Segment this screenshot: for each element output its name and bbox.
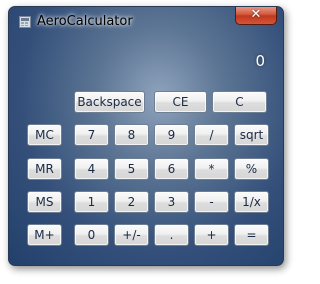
key-5-button[interactable]: 5 (114, 158, 149, 180)
reciprocal-button[interactable]: 1/x (234, 191, 269, 213)
key-1-button[interactable]: 1 (74, 191, 109, 213)
backspace-button[interactable]: Backspace (74, 91, 145, 113)
clear-button[interactable]: C (212, 91, 267, 113)
key-8-button[interactable]: 8 (114, 124, 149, 146)
memory-clear-button[interactable]: MC (27, 124, 62, 146)
decimal-button[interactable]: . (154, 224, 189, 246)
window-title: AeroCalculator (37, 14, 133, 29)
key-7-button[interactable]: 7 (74, 124, 109, 146)
close-button[interactable]: ✕ (235, 7, 277, 25)
clear-entry-button[interactable]: CE (154, 91, 207, 113)
sqrt-button[interactable]: sqrt (234, 124, 269, 146)
result-display: 0 (255, 52, 265, 70)
memory-store-button[interactable]: MS (27, 191, 62, 213)
memory-add-button[interactable]: M+ (27, 224, 62, 246)
key-2-button[interactable]: 2 (114, 191, 149, 213)
negate-button[interactable]: +/- (114, 224, 149, 246)
subtract-button[interactable]: - (194, 191, 229, 213)
key-3-button[interactable]: 3 (154, 191, 189, 213)
percent-button[interactable]: % (234, 158, 269, 180)
title-bar[interactable]: AeroCalculator ✕ (9, 7, 283, 37)
key-0-button[interactable]: 0 (74, 224, 109, 246)
key-6-button[interactable]: 6 (154, 158, 189, 180)
key-4-button[interactable]: 4 (74, 158, 109, 180)
add-button[interactable]: + (194, 224, 229, 246)
multiply-button[interactable]: * (194, 158, 229, 180)
calculator-icon (19, 16, 31, 28)
divide-button[interactable]: / (194, 124, 229, 146)
memory-recall-button[interactable]: MR (27, 158, 62, 180)
calculator-window: AeroCalculator ✕ 0 Backspace CE C MC MR … (8, 6, 284, 266)
equals-button[interactable]: = (234, 224, 269, 246)
key-9-button[interactable]: 9 (154, 124, 189, 146)
